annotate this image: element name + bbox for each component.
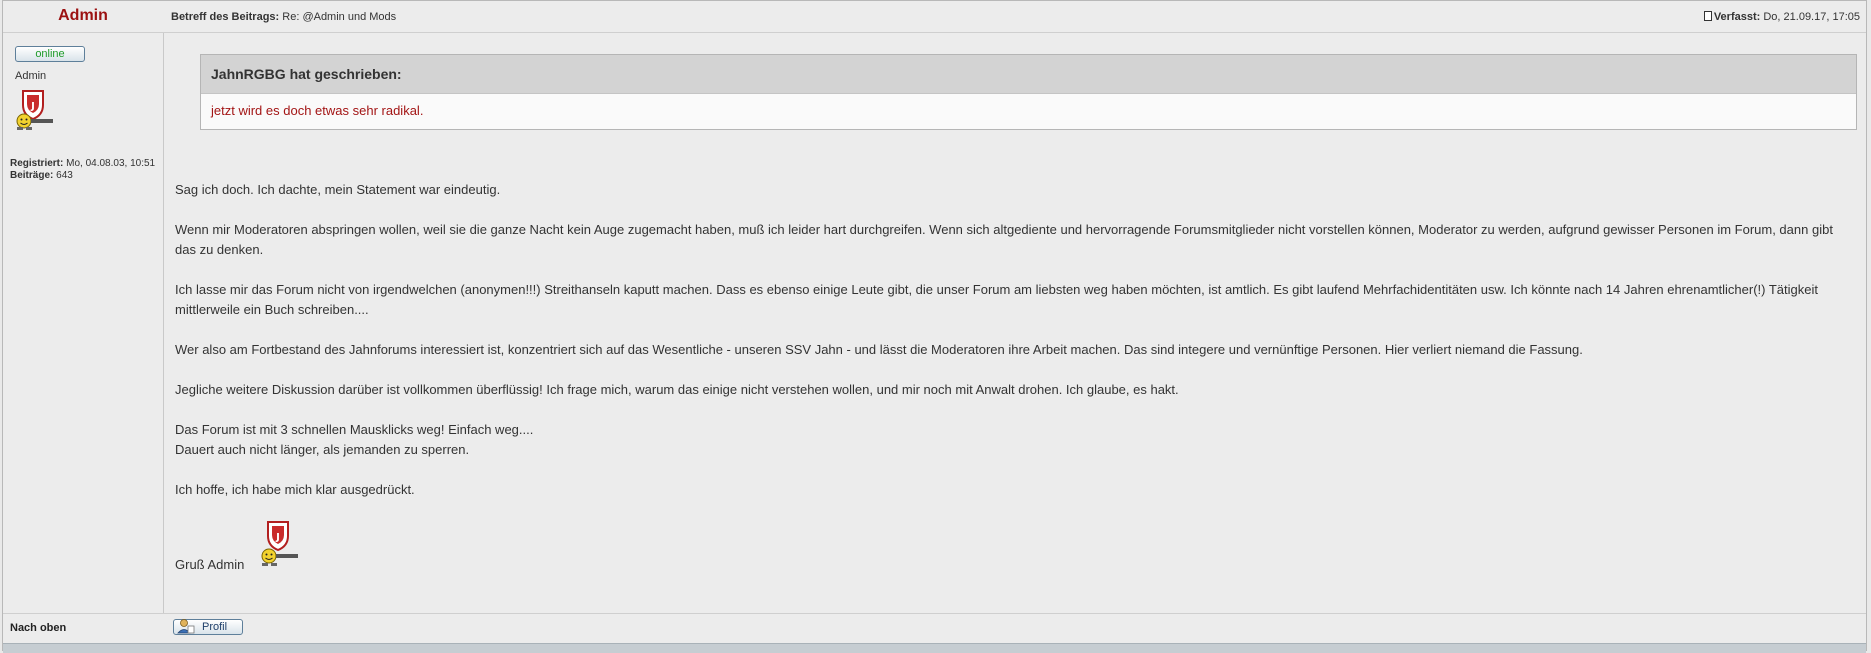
svg-text:J: J <box>30 101 35 112</box>
posts-label: Beiträge: <box>10 170 54 181</box>
forum-post: Admin Betreff des Beitrags: Re: @Admin u… <box>2 0 1867 653</box>
registered-label: Registriert: <box>10 158 64 169</box>
post-line: Dauert auch nicht länger, als jemanden z… <box>175 442 470 457</box>
signature-text: Gruß Admin <box>175 557 245 572</box>
profile-button[interactable]: Profil <box>173 619 243 635</box>
avatar: J <box>13 89 55 138</box>
user-meta: Registriert: Mo, 04.08.03, 10:51 Beiträg… <box>10 158 160 182</box>
user-icon <box>177 617 195 639</box>
post-icon[interactable] <box>1703 11 1712 21</box>
post-subject: Betreff des Beitrags: Re: @Admin und Mod… <box>171 11 396 23</box>
profile-button-label: Profil <box>202 621 228 633</box>
user-rank: Admin <box>15 70 47 82</box>
quote-text: jetzt wird es doch etwas sehr radikal. <box>211 103 424 118</box>
post-body: Sag ich doch. Ich dachte, mein Statement… <box>175 180 1845 520</box>
signature: Gruß Admin J <box>175 520 355 572</box>
posts-value: 643 <box>56 170 73 181</box>
post-paragraph: Sag ich doch. Ich dachte, mein Statement… <box>175 182 501 197</box>
subject-label: Betreff des Beitrags: <box>171 11 280 23</box>
post-paragraph: Wenn mir Moderatoren abspringen wollen, … <box>175 222 1833 257</box>
post-paragraph: Das Forum ist mit 3 schnellen Mausklicks… <box>175 420 1845 460</box>
author-name[interactable]: Admin <box>3 7 163 25</box>
posted-time: Do, 21.09.17, 17:05 <box>1763 11 1860 23</box>
back-to-top-link[interactable]: Nach oben <box>10 622 66 634</box>
signature-emoticon: J <box>258 520 300 575</box>
quote-block: JahnRGBG hat geschrieben: jetzt wird es … <box>200 54 1857 130</box>
bottom-bar <box>3 643 1866 653</box>
post-line: Das Forum ist mit 3 schnellen Mausklicks… <box>175 422 534 437</box>
subject-text: Re: @Admin und Mods <box>282 11 397 23</box>
svg-text:J: J <box>275 532 280 543</box>
post-header: Admin Betreff des Beitrags: Re: @Admin u… <box>3 1 1866 33</box>
post-paragraph: Wer also am Fortbestand des Jahnforums i… <box>175 342 1583 357</box>
post-date: Verfasst: Do, 21.09.17, 17:05 <box>1703 11 1860 23</box>
online-status-badge: online <box>15 46 85 62</box>
post-paragraph: Ich lasse mir das Forum nicht von irgend… <box>175 282 1818 317</box>
quote-header: JahnRGBG hat geschrieben: <box>201 55 1856 94</box>
post-paragraph: Jegliche weitere Diskussion darüber ist … <box>175 382 1179 397</box>
posted-label: Verfasst: <box>1713 11 1761 23</box>
post-paragraph: Ich hoffe, ich habe mich klar ausgedrück… <box>175 482 415 497</box>
registered-value: Mo, 04.08.03, 10:51 <box>66 158 156 169</box>
post-footer: Nach oben Profil <box>3 613 1866 644</box>
